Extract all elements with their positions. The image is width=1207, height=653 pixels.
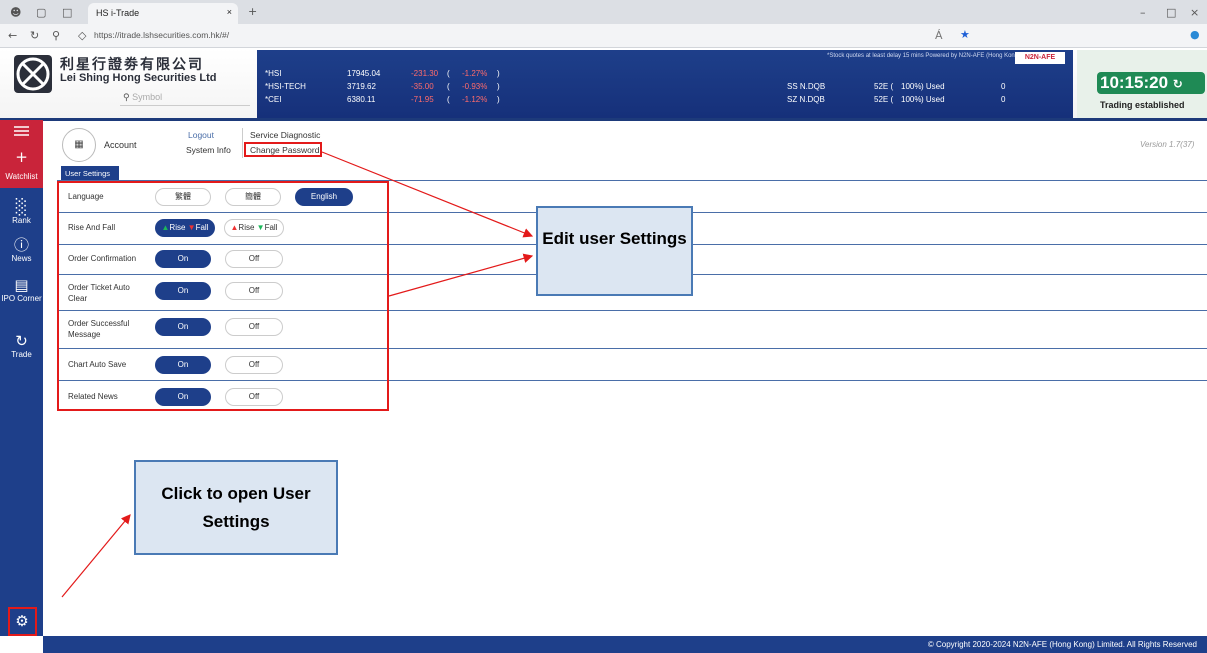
arrow-to-settings-box	[388, 253, 534, 297]
footer-bar: © Copyright 2020-2024 N2N-AFE (Hong Kong…	[43, 636, 1207, 653]
annotation-arrows	[61, 151, 534, 598]
arrow-to-change-password	[321, 151, 534, 238]
copyright-text: © Copyright 2020-2024 N2N-AFE (Hong Kong…	[927, 640, 1197, 649]
arrow-to-settings-gear	[61, 514, 131, 598]
